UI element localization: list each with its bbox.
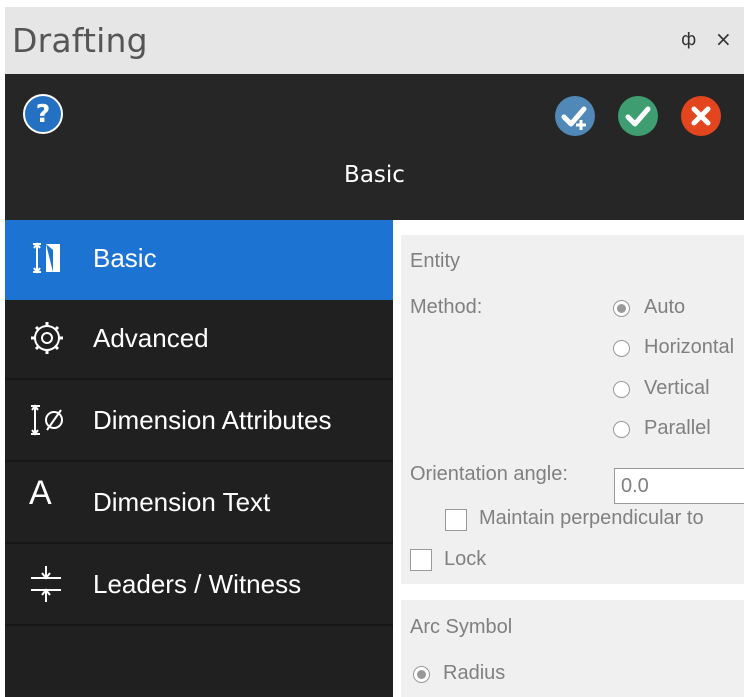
- sidebar-item-label: Leaders / Witness: [93, 569, 302, 599]
- leader-witness-icon: [31, 566, 61, 602]
- sidebar-item-dimension-attributes[interactable]: Dimension Attributes: [5, 382, 393, 462]
- radio-radius[interactable]: [413, 666, 430, 683]
- content-area: Entity Method: Auto Horizontal Vertical …: [393, 220, 744, 697]
- sidebar-item-advanced[interactable]: Advanced: [5, 300, 393, 380]
- panel-titlebar: Drafting ф ×: [5, 7, 744, 74]
- gear-icon: [31, 322, 63, 354]
- radio-radius-label: Radius: [443, 662, 506, 684]
- radio-parallel[interactable]: [613, 421, 630, 438]
- method-label: Method:: [410, 296, 483, 318]
- orientation-angle-input[interactable]: 0.0: [614, 468, 744, 504]
- pin-icon[interactable]: ф: [681, 29, 696, 50]
- page-name: Basic: [344, 162, 405, 188]
- sidebar-item-label: Basic: [93, 243, 157, 273]
- arc-symbol-section: Arc Symbol Radius: [401, 600, 744, 697]
- lock-label: Lock: [444, 548, 487, 570]
- ok-check-icon[interactable]: [618, 96, 658, 136]
- radio-auto[interactable]: [613, 300, 630, 317]
- sidebar: Basic Advanced Dimension Attributes A Di…: [5, 220, 393, 697]
- sidebar-item-label: Dimension Attributes: [93, 405, 332, 435]
- section-title: Arc Symbol: [410, 616, 513, 638]
- section-title: Entity: [410, 250, 461, 272]
- help-icon[interactable]: ?: [23, 94, 63, 134]
- sidebar-item-basic[interactable]: Basic: [5, 220, 393, 300]
- diameter-dimension-icon: [31, 404, 63, 436]
- text-a-icon: A: [29, 474, 52, 512]
- orientation-label: Orientation angle:: [410, 463, 568, 485]
- sidebar-item-dimension-text[interactable]: A Dimension Text: [5, 464, 393, 544]
- radio-horizontal[interactable]: [613, 340, 630, 357]
- sidebar-item-leaders-witness[interactable]: Leaders / Witness: [5, 546, 393, 626]
- lock-checkbox[interactable]: [410, 549, 432, 571]
- dialog-header: ? Basic: [5, 74, 744, 220]
- panel-title: Drafting: [12, 21, 148, 60]
- sidebar-item-label: Advanced: [93, 323, 209, 353]
- radio-vertical-label: Vertical: [644, 377, 710, 399]
- radio-auto-label: Auto: [644, 296, 686, 318]
- entity-section: Entity Method: Auto Horizontal Vertical …: [401, 235, 744, 584]
- sidebar-item-label: Dimension Text: [93, 487, 271, 517]
- apply-add-icon[interactable]: [555, 96, 595, 136]
- radio-parallel-label: Parallel: [644, 417, 711, 439]
- radio-vertical[interactable]: [613, 381, 630, 398]
- dimension-basic-icon: [33, 242, 60, 274]
- close-icon[interactable]: ×: [715, 27, 732, 51]
- radio-horizontal-label: Horizontal: [644, 336, 735, 358]
- maintain-perpendicular-label: Maintain perpendicular to: [479, 507, 704, 529]
- maintain-perpendicular-checkbox[interactable]: [445, 509, 467, 531]
- cancel-x-icon[interactable]: [681, 96, 721, 136]
